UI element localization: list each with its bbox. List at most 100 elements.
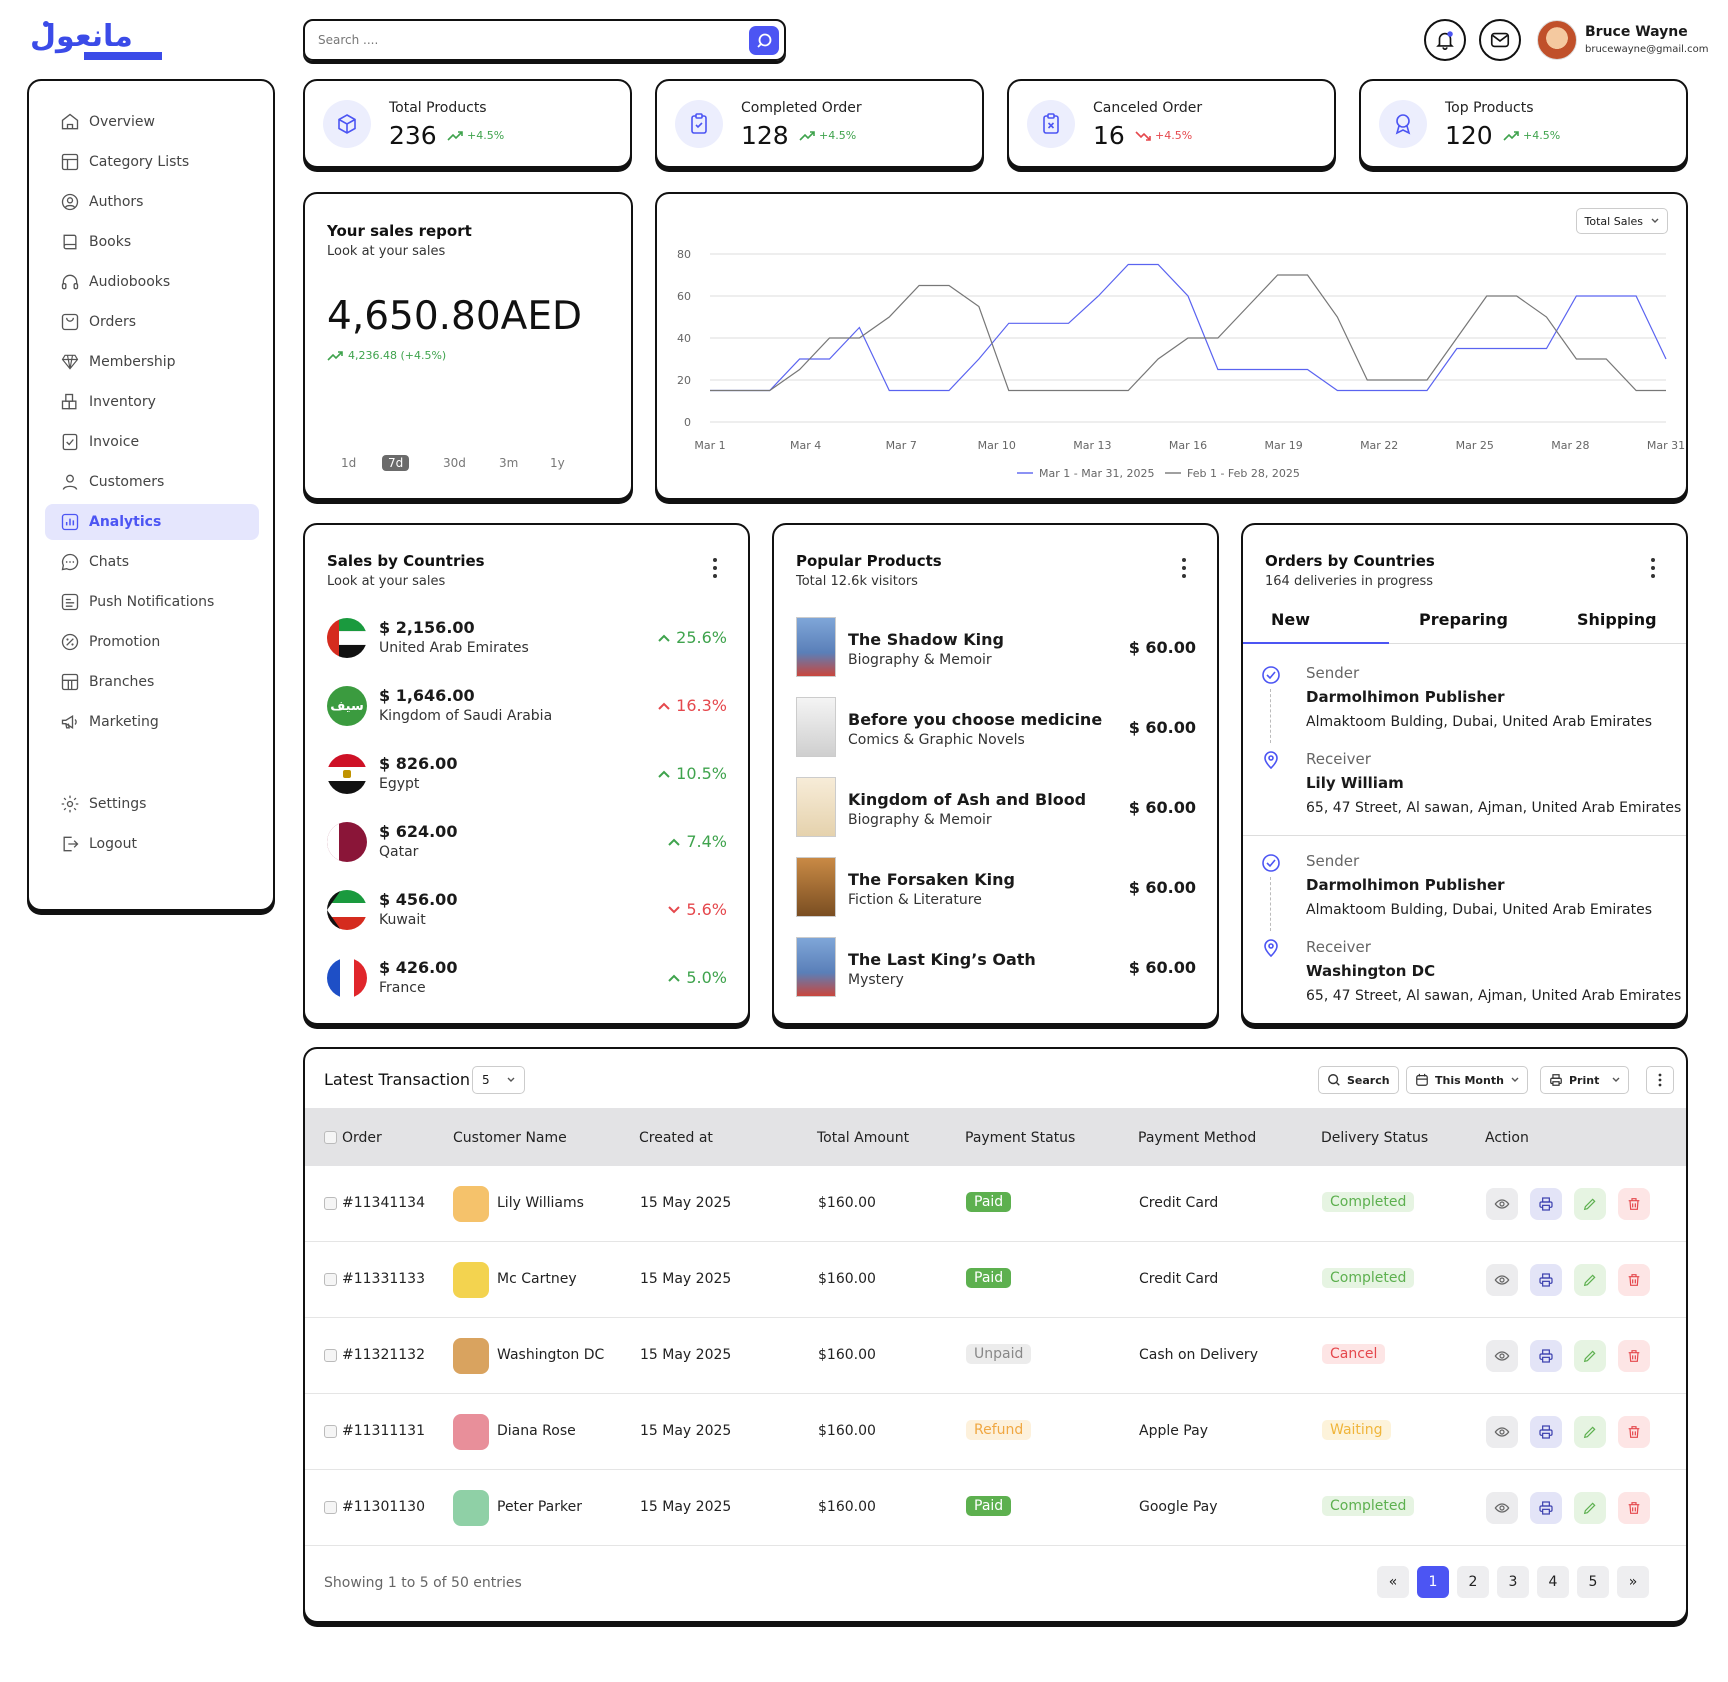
edit-button[interactable] — [1574, 1492, 1606, 1524]
delete-button[interactable] — [1618, 1416, 1650, 1448]
delete-button[interactable] — [1618, 1264, 1650, 1296]
table-row[interactable]: #11311131 Diana Rose 15 May 2025 $160.00… — [305, 1394, 1686, 1470]
table-row[interactable]: #11331133 Mc Cartney 15 May 2025 $160.00… — [305, 1242, 1686, 1318]
col-payment-method[interactable]: Payment Method — [1138, 1130, 1256, 1146]
country-sales-row[interactable]: $ 426.00 France 5.0% — [327, 956, 727, 1000]
more-options-icon[interactable] — [1650, 557, 1656, 579]
page-2-button[interactable]: 2 — [1457, 1566, 1489, 1598]
order-id[interactable]: #11311131 — [342, 1423, 425, 1439]
sidebar-item-settings[interactable]: Settings — [45, 786, 259, 822]
delete-button[interactable] — [1618, 1188, 1650, 1220]
range-30d[interactable]: 30d — [437, 455, 472, 471]
table-search-button[interactable]: Search — [1318, 1066, 1399, 1094]
messages-button[interactable] — [1479, 19, 1521, 61]
row-checkbox[interactable] — [324, 1425, 337, 1438]
sidebar-item-category-lists[interactable]: Category Lists — [45, 144, 259, 180]
print-row-button[interactable] — [1530, 1492, 1562, 1524]
order-id[interactable]: #11331133 — [342, 1271, 425, 1287]
sidebar-item-analytics[interactable]: Analytics — [45, 504, 259, 540]
sidebar-item-orders[interactable]: Orders — [45, 304, 259, 340]
stat-card-canceled-order[interactable]: Canceled Order 16 +4.5% — [1007, 79, 1336, 168]
edit-button[interactable] — [1574, 1188, 1606, 1220]
country-sales-row[interactable]: $ 456.00 Kuwait 5.6% — [327, 888, 727, 932]
print-row-button[interactable] — [1530, 1264, 1562, 1296]
delete-button[interactable] — [1618, 1492, 1650, 1524]
sidebar-item-logout[interactable]: Logout — [45, 826, 259, 862]
sidebar-item-customers[interactable]: Customers — [45, 464, 259, 500]
range-7d[interactable]: 7d — [382, 455, 410, 471]
print-row-button[interactable] — [1530, 1416, 1562, 1448]
country-sales-row[interactable]: $ 826.00 Egypt 10.5% — [327, 752, 727, 796]
product-row[interactable]: Before you choose medicine Comics & Grap… — [796, 697, 1196, 759]
col-amount[interactable]: Total Amount — [817, 1130, 909, 1146]
sidebar-item-invoice[interactable]: Invoice — [45, 424, 259, 460]
sidebar-item-overview[interactable]: Overview — [45, 104, 259, 140]
sidebar-item-inventory[interactable]: Inventory — [45, 384, 259, 420]
sidebar-item-promotion[interactable]: Promotion — [45, 624, 259, 660]
sidebar-item-books[interactable]: Books — [45, 224, 259, 260]
sidebar-item-authors[interactable]: Authors — [45, 184, 259, 220]
stat-card-total-products[interactable]: Total Products 236 +4.5% — [303, 79, 632, 168]
sidebar-item-membership[interactable]: Membership — [45, 344, 259, 380]
row-checkbox[interactable] — [324, 1197, 337, 1210]
page-last-button[interactable]: » — [1617, 1566, 1649, 1598]
print-row-button[interactable] — [1530, 1188, 1562, 1220]
page-size-select[interactable]: 5 — [472, 1066, 525, 1094]
sidebar-item-branches[interactable]: Branches — [45, 664, 259, 700]
product-row[interactable]: The Last King’s Oath Mystery $ 60.00 — [796, 937, 1196, 999]
col-delivery-status[interactable]: Delivery Status — [1321, 1130, 1428, 1146]
range-3m[interactable]: 3m — [493, 455, 524, 471]
more-options-icon[interactable] — [1181, 557, 1187, 579]
range-1d[interactable]: 1d — [335, 455, 362, 471]
page-first-button[interactable]: « — [1377, 1566, 1409, 1598]
product-row[interactable]: The Forsaken King Fiction & Literature $… — [796, 857, 1196, 919]
order-id[interactable]: #11341134 — [342, 1195, 425, 1211]
sidebar-item-push-notifications[interactable]: Push Notifications — [45, 584, 259, 620]
print-row-button[interactable] — [1530, 1340, 1562, 1372]
col-order[interactable]: Order — [342, 1130, 382, 1146]
sidebar-item-marketing[interactable]: Marketing — [45, 704, 259, 740]
product-row[interactable]: Kingdom of Ash and Blood Biography & Mem… — [796, 777, 1196, 839]
view-button[interactable] — [1486, 1188, 1518, 1220]
product-row[interactable]: The Shadow King Biography & Memoir $ 60.… — [796, 617, 1196, 679]
select-all-checkbox[interactable] — [324, 1131, 337, 1144]
col-customer[interactable]: Customer Name — [453, 1130, 567, 1146]
col-payment-status[interactable]: Payment Status — [965, 1130, 1075, 1146]
view-button[interactable] — [1486, 1492, 1518, 1524]
country-sales-row[interactable]: $ 624.00 Qatar 7.4% — [327, 820, 727, 864]
period-select[interactable]: This Month — [1406, 1066, 1528, 1094]
more-options-icon[interactable] — [712, 557, 718, 579]
table-row[interactable]: #11321132 Washington DC 15 May 2025 $160… — [305, 1318, 1686, 1394]
tab-shipping[interactable]: Shipping — [1577, 610, 1657, 629]
edit-button[interactable] — [1574, 1264, 1606, 1296]
row-checkbox[interactable] — [324, 1273, 337, 1286]
search-button[interactable] — [749, 26, 779, 55]
row-checkbox[interactable] — [324, 1349, 337, 1362]
table-row[interactable]: #11301130 Peter Parker 15 May 2025 $160.… — [305, 1470, 1686, 1546]
user-avatar[interactable] — [1537, 20, 1577, 60]
notifications-button[interactable] — [1424, 19, 1466, 61]
table-row[interactable]: #11341134 Lily Williams 15 May 2025 $160… — [305, 1166, 1686, 1242]
brand-logo[interactable]: مانعول — [26, 16, 166, 64]
country-sales-row[interactable]: $ 2,156.00 United Arab Emirates 25.6% — [327, 616, 727, 660]
view-button[interactable] — [1486, 1416, 1518, 1448]
print-select[interactable]: Print — [1540, 1066, 1629, 1094]
table-more-button[interactable] — [1646, 1066, 1674, 1094]
page-1-button[interactable]: 1 — [1417, 1566, 1449, 1598]
page-3-button[interactable]: 3 — [1497, 1566, 1529, 1598]
sidebar-item-chats[interactable]: Chats — [45, 544, 259, 580]
edit-button[interactable] — [1574, 1416, 1606, 1448]
search-bar[interactable] — [303, 19, 786, 61]
delete-button[interactable] — [1618, 1340, 1650, 1372]
row-checkbox[interactable] — [324, 1501, 337, 1514]
page-4-button[interactable]: 4 — [1537, 1566, 1569, 1598]
page-5-button[interactable]: 5 — [1577, 1566, 1609, 1598]
order-id[interactable]: #11301130 — [342, 1499, 425, 1515]
search-input[interactable] — [318, 33, 718, 47]
tab-preparing[interactable]: Preparing — [1419, 610, 1508, 629]
col-created[interactable]: Created at — [639, 1130, 713, 1146]
range-1y[interactable]: 1y — [544, 455, 571, 471]
order-id[interactable]: #11321132 — [342, 1347, 425, 1363]
stat-card-top-products[interactable]: Top Products 120 +4.5% — [1359, 79, 1688, 168]
country-sales-row[interactable]: سيف $ 1,646.00 Kingdom of Saudi Arabia 1… — [327, 684, 727, 728]
